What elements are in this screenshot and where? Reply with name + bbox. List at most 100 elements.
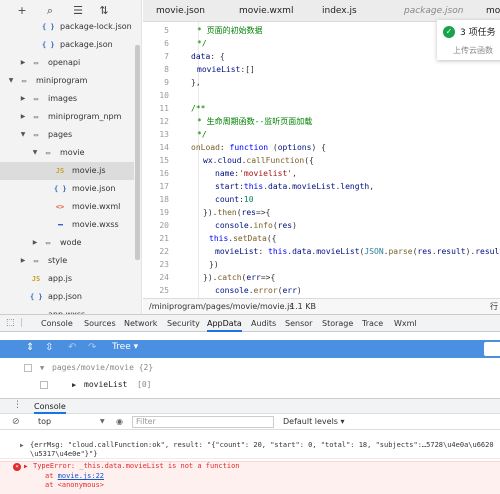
folder-icon: ▭ bbox=[33, 59, 39, 67]
line-number: 20 bbox=[159, 221, 169, 230]
drawer-menu-icon[interactable]: ⋮ bbox=[13, 400, 22, 410]
code-line[interactable]: 8 movieList:[] bbox=[143, 63, 500, 76]
add-icon[interactable]: + bbox=[14, 3, 30, 19]
chevron-down-icon[interactable]: ▼ bbox=[30, 144, 40, 162]
code-line[interactable]: 15 wx.cloud.callFunction({ bbox=[143, 154, 500, 167]
undo-icon[interactable]: ↶ bbox=[68, 342, 76, 353]
code-line[interactable]: 9}, bbox=[143, 76, 500, 89]
row-checkbox[interactable] bbox=[24, 364, 32, 372]
tab-network[interactable]: Network bbox=[124, 315, 157, 332]
tree-item[interactable]: { } app.json bbox=[0, 288, 134, 306]
menu-icon[interactable]: ☰ bbox=[70, 3, 86, 19]
tree-item[interactable]: ▼ ▭ pages bbox=[0, 126, 134, 144]
tab-appdata[interactable]: AppData bbox=[207, 315, 242, 332]
tree-item[interactable]: ▼ ▭ movie bbox=[0, 144, 134, 162]
appdata-key-row[interactable]: ▶ movieList [0] bbox=[0, 377, 500, 393]
tree-item[interactable]: ▶ ▭ images bbox=[0, 90, 134, 108]
context-dropdown-icon[interactable]: ▼ bbox=[100, 414, 105, 430]
expand-arrow-icon[interactable]: ▶ bbox=[72, 377, 76, 393]
chevron-right-icon[interactable]: ▶ bbox=[18, 54, 28, 72]
tab-sensor[interactable]: Sensor bbox=[285, 315, 312, 332]
status-right: 行 bbox=[490, 302, 498, 311]
code-line[interactable]: 14 onLoad: function (options) { bbox=[143, 141, 500, 154]
tab-package-json[interactable]: package.json bbox=[404, 0, 463, 22]
clear-console-icon[interactable]: ⊘ bbox=[12, 414, 20, 430]
row-checkbox[interactable] bbox=[40, 381, 48, 389]
tab-console[interactable]: Console bbox=[41, 315, 73, 332]
code-line[interactable]: 21 this.setData({ bbox=[143, 232, 500, 245]
chevron-right-icon[interactable]: ▶ bbox=[18, 252, 28, 270]
tree-item[interactable]: ▶ ▭ openapi bbox=[0, 54, 134, 72]
tab-movie-js[interactable]: mo bbox=[486, 0, 500, 22]
code-line[interactable]: 11 /** bbox=[143, 102, 500, 115]
expand-arrow-icon[interactable]: ▶ bbox=[24, 462, 28, 471]
tab-sources[interactable]: Sources bbox=[84, 315, 116, 332]
tree-item[interactable]: JS app.js bbox=[0, 270, 134, 288]
tree-item-label: app.js bbox=[48, 274, 72, 283]
tree-item[interactable]: ▶ ▭ style bbox=[0, 252, 134, 270]
tree-item[interactable]: <> movie.wxml bbox=[0, 198, 134, 216]
code-line[interactable]: 17 start:this.data.movieList.length, bbox=[143, 180, 500, 193]
code-text: * 生命周期函数--监听页面加载 bbox=[197, 117, 313, 126]
code-line[interactable]: 20 console.info(res) bbox=[143, 219, 500, 232]
code-line[interactable]: 24}).catch(err=>{ bbox=[143, 271, 500, 284]
json-file-icon: { } bbox=[42, 41, 55, 49]
tab-audits[interactable]: Audits bbox=[251, 315, 276, 332]
tree-item[interactable]: ▶ ▭ miniprogram_npm bbox=[0, 108, 134, 126]
chevron-down-icon[interactable]: ▼ bbox=[6, 72, 16, 90]
chevron-right-icon[interactable]: ▶ bbox=[30, 234, 40, 252]
expand-arrow-icon[interactable]: ▶ bbox=[20, 441, 24, 450]
appdata-search-input[interactable] bbox=[484, 342, 500, 356]
console-log-entry[interactable]: ▶ {errMsg: "cloud.callFunction:ok", resu… bbox=[0, 441, 500, 459]
console-tab[interactable]: Console bbox=[34, 399, 66, 414]
redo-icon[interactable]: ↷ bbox=[88, 342, 96, 353]
inspect-icon[interactable]: ⬚ bbox=[6, 318, 15, 328]
collapse-all-icon[interactable]: ⇳ bbox=[45, 342, 53, 353]
tab-movie-wxml[interactable]: movie.wxml bbox=[239, 0, 293, 22]
code-line[interactable]: 12 * 生命周期函数--监听页面加载 bbox=[143, 115, 500, 128]
chevron-right-icon[interactable]: ▶ bbox=[18, 108, 28, 126]
tree-item[interactable]: { } package.json bbox=[0, 36, 134, 54]
filter-input[interactable]: Filter bbox=[132, 416, 274, 428]
expand-all-icon[interactable]: ⇕ bbox=[26, 342, 34, 353]
tree-item[interactable]: ▬▬ app.wxss bbox=[0, 306, 134, 314]
levels-select[interactable]: Default levels ▾ bbox=[283, 414, 345, 430]
appdata-page-row[interactable]: ▼ pages/movie/movie {2} bbox=[0, 360, 500, 376]
code-line[interactable]: 25 console.error(err) bbox=[143, 284, 500, 297]
tree-item[interactable]: { } movie.json bbox=[0, 180, 134, 198]
tree-item-label: movie.json bbox=[72, 184, 116, 193]
tab-index-js[interactable]: index.js bbox=[322, 0, 357, 22]
console-error-entry[interactable]: ✕ ▶ TypeError: _this.data.movieList is n… bbox=[0, 461, 500, 494]
view-mode-select[interactable]: Tree ▾ bbox=[112, 342, 138, 352]
code-line[interactable]: 23}) bbox=[143, 258, 500, 271]
tree-item[interactable]: ▬▬ movie.wxss bbox=[0, 216, 134, 234]
source-link[interactable]: movie.js:22 bbox=[58, 472, 104, 480]
tree-item[interactable]: JS movie.js bbox=[0, 162, 134, 180]
tab-storage[interactable]: Storage bbox=[322, 315, 353, 332]
code-line[interactable]: 16 name:'movielist', bbox=[143, 167, 500, 180]
context-select[interactable]: top bbox=[38, 414, 51, 430]
search-icon[interactable]: ⌕ bbox=[42, 3, 58, 19]
tree-item[interactable]: ▼ ▭ miniprogram bbox=[0, 72, 134, 90]
code-text: * 页面的初始数据 bbox=[197, 26, 263, 35]
tree-item[interactable]: ▶ ▭ wode bbox=[0, 234, 134, 252]
tab-security[interactable]: Security bbox=[167, 315, 200, 332]
code-line[interactable]: 10 bbox=[143, 89, 500, 102]
code-line[interactable]: 13 */ bbox=[143, 128, 500, 141]
tree-item[interactable]: { } package-lock.json bbox=[0, 18, 134, 36]
task-notification[interactable]: ✓ 3 项任务 上传云函数 bbox=[437, 20, 500, 60]
sidebar-scrollbar[interactable] bbox=[135, 45, 140, 260]
code-editor[interactable]: 5 * 页面的初始数据 6 */ 7 data: {8 movieList:[] 9}, 10 1… bbox=[143, 22, 500, 298]
code-line[interactable]: 18 count:10 bbox=[143, 193, 500, 206]
chevron-right-icon[interactable]: ▶ bbox=[18, 90, 28, 108]
code-line[interactable]: 19}).then(res=>{ bbox=[143, 206, 500, 219]
tab-trace[interactable]: Trace bbox=[362, 315, 383, 332]
sort-icon[interactable]: ⇅ bbox=[96, 3, 112, 19]
chevron-down-icon[interactable]: ▼ bbox=[18, 126, 28, 144]
tab-movie-json[interactable]: movie.json bbox=[156, 0, 205, 22]
collapse-arrow-icon[interactable]: ▼ bbox=[40, 360, 44, 376]
console-drawer-header: ⋮ Console bbox=[0, 398, 500, 414]
tab-wxml[interactable]: Wxml bbox=[394, 315, 417, 332]
eye-icon[interactable]: ◉ bbox=[116, 414, 123, 430]
code-line[interactable]: 22 movieList: this.data.movieList(JSON.pa… bbox=[143, 245, 500, 258]
